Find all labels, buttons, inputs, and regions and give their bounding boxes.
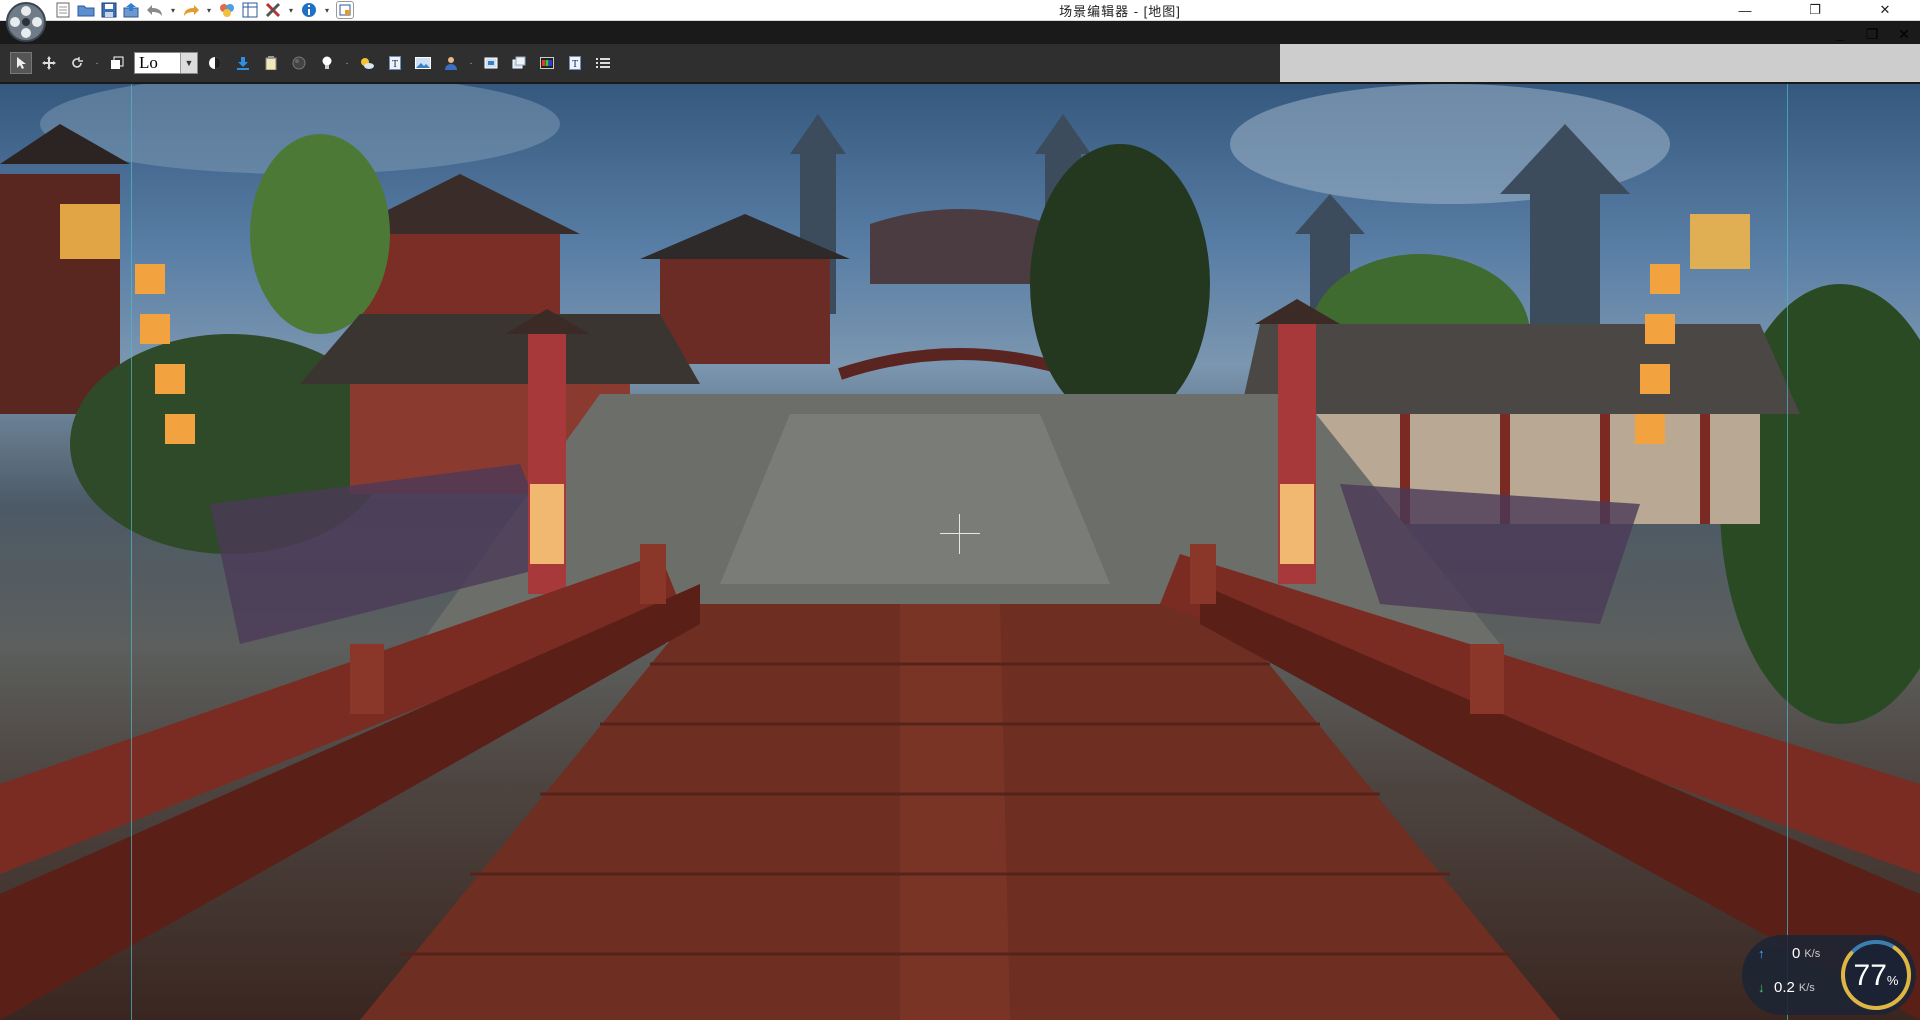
select-arrow-icon[interactable] [10, 52, 32, 74]
light-dropdown-icon[interactable]: · [344, 58, 350, 69]
save-icon[interactable] [100, 2, 118, 18]
window-title: 场景编辑器 - [地图] [1059, 4, 1181, 19]
tools-dropdown-icon[interactable]: ▾ [287, 6, 295, 15]
right-guide-line [1787, 84, 1788, 1020]
download-unit: K/s [1798, 981, 1815, 994]
rotate-dropdown-icon[interactable]: · [94, 58, 100, 69]
text-icon[interactable]: T [564, 52, 586, 74]
contrast-icon[interactable] [204, 52, 226, 74]
chevron-down-icon: ▼ [180, 53, 197, 73]
image-icon[interactable] [412, 52, 434, 74]
download-speed: ↓ 0.2 K/s [1758, 979, 1838, 996]
quality-value: Lo [139, 53, 158, 72]
download-icon[interactable] [232, 52, 254, 74]
doc-minimize-button[interactable]: _ [1832, 26, 1848, 42]
info-icon[interactable] [300, 2, 318, 18]
download-value: 0.2 [1774, 979, 1795, 996]
move-icon[interactable] [38, 52, 60, 74]
quality-select[interactable]: Lo ▼ [134, 52, 198, 74]
clipboard-icon[interactable] [260, 52, 282, 74]
undo-icon[interactable] [146, 2, 164, 18]
gauge-unit: % [1886, 973, 1899, 988]
doc-close-button[interactable]: ✕ [1896, 26, 1912, 42]
weather-icon[interactable] [356, 52, 378, 74]
title-bar: ▾ ▾ ▾ ▾ 场景编辑器 - [地图] — ❐ ✕ [0, 0, 1920, 21]
viewport-crosshair [940, 514, 980, 554]
restore-button[interactable]: ❐ [1780, 0, 1850, 20]
gauge-value: 77 [1853, 959, 1887, 992]
redo-icon[interactable] [182, 2, 200, 18]
person-icon[interactable] [440, 52, 462, 74]
redo-dropdown-icon[interactable]: ▾ [205, 6, 213, 15]
list-icon[interactable] [592, 52, 614, 74]
layer-icon[interactable] [106, 52, 128, 74]
scene-toolbar: · Lo ▼ · T · T [0, 44, 1280, 82]
close-button[interactable]: ✕ [1850, 0, 1920, 20]
palette-icon[interactable] [536, 52, 558, 74]
doc-restore-button[interactable]: ❐ [1864, 26, 1880, 42]
info-dropdown-icon[interactable]: ▾ [323, 6, 331, 15]
sphere-icon[interactable] [288, 52, 310, 74]
gauge-label: 77% [1838, 959, 1914, 993]
text-box-icon[interactable]: T [384, 52, 406, 74]
tools-icon[interactable] [264, 2, 282, 18]
upload-value: 0 [1792, 945, 1801, 962]
new-file-icon[interactable] [54, 2, 72, 18]
svg-text:T: T [392, 59, 398, 70]
window-controls: — ❐ ✕ [1710, 0, 1920, 20]
upload-arrow-icon: ↑ [1758, 946, 1765, 961]
quick-access-toolbar: ▾ ▾ ▾ ▾ [54, 1, 354, 19]
undo-dropdown-icon[interactable]: ▾ [169, 6, 177, 15]
document-window-controls: _ ❐ ✕ [1832, 26, 1912, 43]
svg-text:T: T [572, 59, 578, 70]
person-dropdown-icon[interactable]: · [468, 58, 474, 69]
upload-unit: K/s [1804, 947, 1821, 960]
window-icon[interactable] [508, 52, 530, 74]
light-bulb-icon[interactable] [316, 52, 338, 74]
network-speed-widget[interactable]: ↑ 0 K/s ↓ 0.2 K/s 77% [1742, 935, 1916, 1015]
film-reel-logo[interactable] [2, 0, 50, 44]
left-guide-line [131, 84, 132, 1020]
table-icon[interactable] [241, 2, 259, 18]
objects-icon[interactable] [218, 2, 236, 18]
frame-icon[interactable] [480, 52, 502, 74]
minimize-button[interactable]: — [1710, 0, 1780, 20]
upload-speed: ↑ 0 K/s [1758, 945, 1838, 962]
export-icon[interactable] [123, 2, 141, 18]
layout-icon[interactable] [336, 1, 354, 19]
download-arrow-icon: ↓ [1758, 980, 1765, 995]
open-folder-icon[interactable] [77, 2, 95, 18]
scene-viewport[interactable] [0, 84, 1920, 1020]
rotate-icon[interactable] [66, 52, 88, 74]
